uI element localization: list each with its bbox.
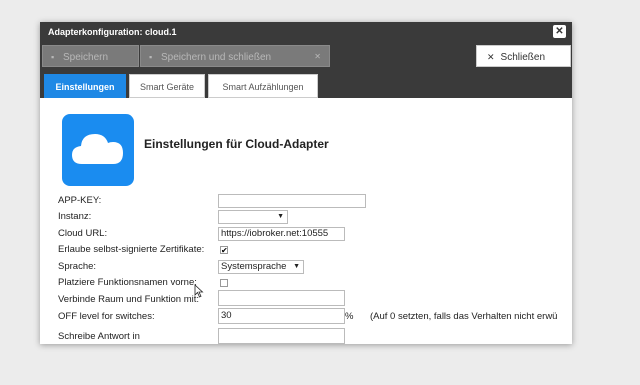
off-level-label: OFF level for switches: [58, 311, 155, 322]
self-signed-label: Erlaube selbst-signierte Zertifikate: [58, 244, 205, 255]
save-icon: ▪ [51, 52, 55, 62]
language-label: Sprache: [58, 261, 97, 272]
adapter-config-dialog: Adapterkonfiguration: cloud.1 ✕ ▪ Speiche… [40, 22, 572, 344]
chevron-down-icon: ▼ [293, 263, 300, 270]
chevron-down-icon: ▼ [277, 213, 284, 220]
off-level-unit: % [345, 311, 354, 322]
off-level-input[interactable]: 30 [218, 308, 345, 324]
tab-bar: Einstellungen Smart Geräte Smart Aufzähl… [40, 70, 572, 98]
language-select-value: Systemsprache [221, 261, 287, 272]
app-key-input[interactable] [218, 194, 366, 208]
mouse-cursor-icon [194, 284, 204, 298]
dialog-close-icon[interactable]: ✕ [553, 25, 566, 38]
cloud-url-label: Cloud URL: [58, 228, 108, 239]
close-button-label: Schließen [500, 52, 546, 63]
self-signed-checkbox[interactable]: ✔ [220, 246, 228, 255]
tab-einstellungen[interactable]: Einstellungen [44, 74, 126, 98]
partial-row-input[interactable] [218, 328, 345, 344]
checkmark-icon: ✔ [221, 246, 228, 255]
concat-word-input[interactable] [218, 290, 345, 306]
page-heading: Einstellungen für Cloud-Adapter [144, 137, 329, 151]
concat-word-label: Verbinde Raum und Funktion mit: [58, 294, 199, 305]
save-button-label: Speichern [63, 52, 109, 63]
instance-label: Instanz: [58, 211, 92, 222]
save-icon: ▪ [149, 52, 153, 62]
off-level-note: (Auf 0 setzten, falls das Verhalten nich… [370, 311, 558, 322]
save-button[interactable]: ▪ Speichern [42, 45, 139, 67]
tab-smart-aufzaehlungen[interactable]: Smart Aufzählungen [208, 74, 318, 98]
partial-row-label: Schreibe Antwort in [58, 331, 140, 342]
save-and-close-button-label: Speichern und schließen [161, 52, 272, 63]
dialog-titlebar: Adapterkonfiguration: cloud.1 ✕ [40, 22, 572, 42]
instance-select[interactable]: ▼ [218, 210, 288, 224]
language-select[interactable]: Systemsprache ▼ [218, 260, 304, 274]
dialog-title: Adapterkonfiguration: cloud.1 [48, 27, 177, 37]
cloud-url-input[interactable]: https://iobroker.net:10555 [218, 227, 345, 241]
function-first-checkbox[interactable] [220, 279, 228, 287]
toolbar: ▪ Speichern ▪ Speichern und schließen ✕ ✕ S… [40, 42, 572, 70]
close-button[interactable]: ✕ Schließen [476, 45, 571, 67]
close-icon: ✕ [314, 52, 321, 61]
close-icon: ✕ [487, 52, 495, 62]
save-and-close-button[interactable]: ▪ Speichern und schließen ✕ [140, 45, 330, 67]
cloud-icon [72, 134, 123, 164]
function-first-label: Platziere Funktionsnamen vorne: [58, 277, 197, 288]
app-key-label: APP-KEY: [58, 195, 102, 206]
tab-smart-geraete[interactable]: Smart Geräte [129, 74, 205, 98]
cloud-adapter-logo [62, 114, 134, 186]
